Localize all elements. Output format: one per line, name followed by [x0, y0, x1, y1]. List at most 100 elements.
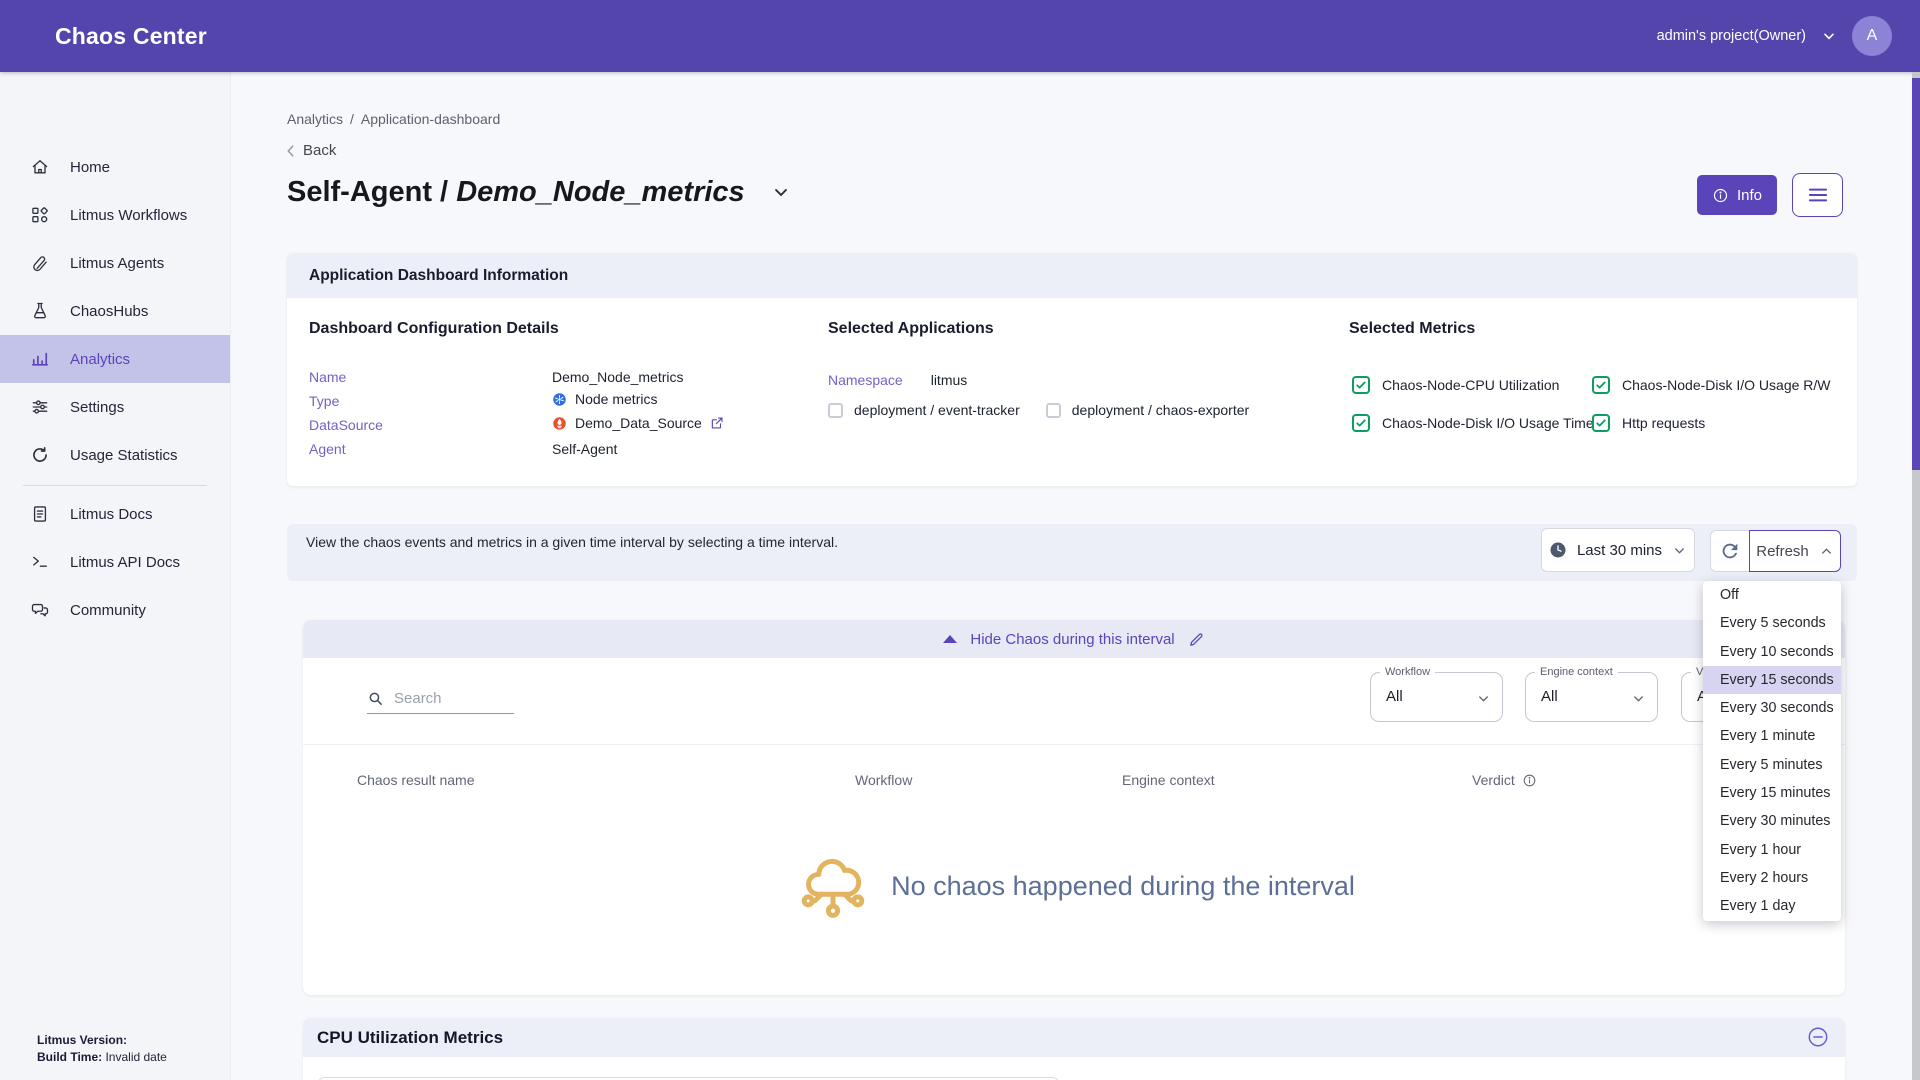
menu-item-every-15-seconds[interactable]: Every 15 seconds	[1703, 666, 1841, 694]
checkbox-event-tracker[interactable]: deployment / event-tracker	[828, 402, 1020, 418]
metric-disk-io-times[interactable]: Chaos-Node-Disk I/O Usage Times	[1352, 414, 1601, 432]
card-title: Application Dashboard Information	[309, 267, 568, 285]
chevron-down-icon	[1631, 691, 1646, 706]
page-scrollbar-track[interactable]	[1912, 72, 1920, 1080]
selected-metrics-title: Selected Metrics	[1349, 320, 1475, 338]
dashboard-switch-chevron-down-icon[interactable]	[771, 182, 791, 202]
search-input[interactable]	[392, 689, 506, 708]
refresh-now-button[interactable]	[1710, 530, 1750, 572]
external-link-icon[interactable]	[710, 416, 724, 430]
sidebar-item-home[interactable]: Home	[0, 143, 230, 191]
sidebar-item-label: Litmus Docs	[70, 506, 153, 523]
chaos-events-card: Hide Chaos during this interval Workflow…	[303, 620, 1845, 995]
checkbox-label: deployment / event-tracker	[854, 402, 1020, 418]
menu-item-every-5-minutes[interactable]: Every 5 minutes	[1703, 751, 1841, 779]
page-title-row: Self-Agent / Demo_Node_metrics	[287, 175, 791, 209]
checked-checkbox-icon[interactable]	[1352, 376, 1370, 394]
breadcrumb-analytics[interactable]: Analytics	[287, 111, 343, 127]
sidebar-item-community[interactable]: Community	[0, 586, 230, 634]
workflows-icon	[30, 205, 50, 225]
project-selector[interactable]: admin's project(Owner)	[1657, 28, 1806, 44]
sidebar-item-settings[interactable]: Settings	[0, 383, 230, 431]
sidebar-item-label: Community	[70, 602, 146, 619]
sidebar-item-analytics[interactable]: Analytics	[0, 335, 230, 383]
breadcrumb: Analytics / Application-dashboard	[287, 111, 500, 127]
column-engine-context: Engine context	[1122, 772, 1215, 788]
sidebar-item-litmus-workflows[interactable]: Litmus Workflows	[0, 191, 230, 239]
sidebar-item-litmus-api-docs[interactable]: Litmus API Docs	[0, 538, 230, 586]
config-label-name: Name	[309, 367, 346, 387]
sidebar-item-litmus-agents[interactable]: Litmus Agents	[0, 239, 230, 287]
menu-item-every-1-day[interactable]: Every 1 day	[1703, 892, 1841, 920]
page-scrollbar-thumb[interactable]	[1912, 78, 1920, 470]
menu-item-every-1-minute[interactable]: Every 1 minute	[1703, 722, 1841, 750]
config-label-type: Type	[309, 391, 339, 411]
menu-item-every-30-minutes[interactable]: Every 30 minutes	[1703, 807, 1841, 835]
chaoshubs-icon	[30, 301, 50, 321]
build-time-value: Invalid date	[105, 1050, 166, 1064]
agent-name: Self-Agent /	[287, 176, 448, 208]
filter-value: All	[1386, 688, 1403, 705]
page-title: Self-Agent / Demo_Node_metrics	[287, 175, 745, 209]
checked-checkbox-icon[interactable]	[1352, 414, 1370, 432]
unchecked-checkbox-icon[interactable]	[1046, 403, 1061, 418]
column-chaos-result-name: Chaos result name	[357, 772, 475, 788]
sidebar-item-chaoshubs[interactable]: ChaosHubs	[0, 287, 230, 335]
metric-cpu-utilization[interactable]: Chaos-Node-CPU Utilization	[1352, 376, 1559, 394]
hide-chaos-toggle[interactable]: Hide Chaos during this interval	[303, 620, 1845, 658]
prometheus-icon	[552, 416, 567, 431]
verdict-info-icon[interactable]	[1522, 773, 1537, 788]
filter-label: Engine context	[1535, 666, 1618, 678]
namespace-value: litmus	[931, 370, 968, 390]
triangle-up-icon	[943, 635, 957, 643]
checkbox-label: deployment / chaos-exporter	[1072, 402, 1249, 418]
chevron-left-icon	[285, 144, 296, 158]
chevron-down-icon	[1476, 691, 1491, 706]
top-bar: Chaos Center admin's project(Owner) A	[0, 0, 1920, 72]
checked-checkbox-icon[interactable]	[1592, 376, 1610, 394]
home-icon	[30, 157, 50, 177]
menu-item-every-5-seconds[interactable]: Every 5 seconds	[1703, 609, 1841, 637]
workflow-filter-select[interactable]: Workflow All	[1370, 672, 1503, 722]
menu-item-every-1-hour[interactable]: Every 1 hour	[1703, 836, 1841, 864]
community-icon	[30, 600, 50, 620]
engine-context-filter-select[interactable]: Engine context All	[1525, 672, 1658, 722]
menu-item-every-2-hours[interactable]: Every 2 hours	[1703, 864, 1841, 892]
docs-icon	[30, 504, 50, 524]
dashboard-menu-button[interactable]	[1792, 173, 1843, 217]
sidebar-item-litmus-docs[interactable]: Litmus Docs	[0, 490, 230, 538]
project-chevron-down-icon[interactable]	[1821, 28, 1837, 44]
checked-checkbox-icon[interactable]	[1592, 414, 1610, 432]
build-time-label: Build Time:	[37, 1050, 102, 1064]
collapse-minus-icon[interactable]	[1807, 1026, 1829, 1048]
time-range-select[interactable]: Last 30 mins	[1541, 528, 1695, 572]
search-field[interactable]	[367, 683, 514, 714]
sidebar-item-label: Settings	[70, 399, 124, 416]
menu-item-every-10-seconds[interactable]: Every 10 seconds	[1703, 638, 1841, 666]
settings-icon	[30, 397, 50, 417]
interval-description: View the chaos events and metrics in a g…	[306, 533, 846, 553]
checkbox-chaos-exporter[interactable]: deployment / chaos-exporter	[1046, 402, 1249, 418]
filter-label: Workflow	[1380, 666, 1435, 678]
config-value-datasource: Demo_Data_Source	[552, 413, 724, 433]
menu-item-every-30-seconds[interactable]: Every 30 seconds	[1703, 694, 1841, 722]
sidebar-item-usage-statistics[interactable]: Usage Statistics	[0, 431, 230, 479]
cpu-card-title: CPU Utilization Metrics	[317, 1028, 503, 1048]
menu-item-off[interactable]: Off	[1703, 581, 1841, 609]
menu-item-every-15-minutes[interactable]: Every 15 minutes	[1703, 779, 1841, 807]
edit-pencil-icon[interactable]	[1188, 631, 1205, 648]
back-label: Back	[303, 142, 336, 159]
refresh-interval-menu: Off Every 5 seconds Every 10 seconds Eve…	[1703, 581, 1841, 921]
refresh-interval-dropdown[interactable]: Refresh	[1749, 530, 1841, 572]
metric-disk-io-rw[interactable]: Chaos-Node-Disk I/O Usage R/W	[1592, 376, 1831, 394]
avatar[interactable]: A	[1852, 16, 1892, 56]
unchecked-checkbox-icon[interactable]	[828, 403, 843, 418]
info-button[interactable]: Info	[1697, 175, 1777, 215]
agents-icon	[30, 253, 50, 273]
namespace-label: Namespace	[828, 370, 903, 390]
hide-chaos-label: Hide Chaos during this interval	[970, 631, 1174, 648]
config-value-type: Node metrics	[552, 389, 657, 409]
app-title: Chaos Center	[55, 23, 207, 50]
metric-http-requests[interactable]: Http requests	[1592, 414, 1705, 432]
back-button[interactable]: Back	[285, 142, 336, 159]
